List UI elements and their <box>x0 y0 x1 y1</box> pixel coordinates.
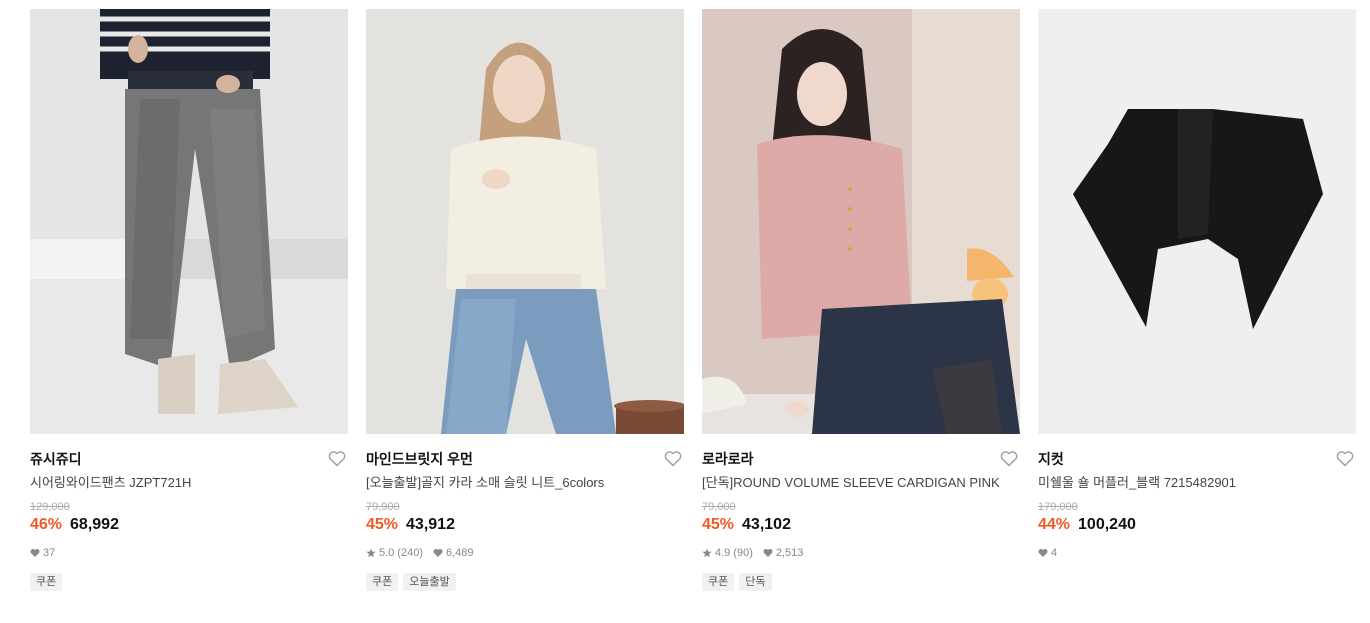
heart-outline-icon[interactable] <box>664 450 682 467</box>
product-info: 로라로라 [단독]ROUND VOLUME SLEEVE CARDIGAN PI… <box>702 434 1020 591</box>
tag-list: 쿠폰 단독 <box>702 573 1020 591</box>
product-info: 쥬시쥬디 시어링와이드팬츠 JZPT721H 129,000 46% 68,99… <box>30 434 348 591</box>
product-image[interactable] <box>30 9 348 434</box>
sale-price: 68,992 <box>70 516 119 533</box>
tag-list: 쿠폰 오늘출발 <box>366 573 684 591</box>
tag-badge: 쿠폰 <box>366 573 399 591</box>
product-stats: 4 <box>1038 546 1356 560</box>
product-info: 지컷 미쉘울 숄 머플러_블랙 7215482901 179,000 44% 1… <box>1038 434 1356 560</box>
heart-filled-icon <box>30 549 40 557</box>
like-count: 6,489 <box>433 547 474 559</box>
sale-price: 100,240 <box>1078 516 1136 533</box>
rating: 4.9 (90) <box>702 547 753 559</box>
price-row: 44% 100,240 <box>1038 516 1356 534</box>
product-card[interactable]: 지컷 미쉘울 숄 머플러_블랙 7215482901 179,000 44% 1… <box>1038 9 1356 591</box>
original-price: 179,000 <box>1038 501 1078 513</box>
heart-filled-icon <box>1038 549 1048 557</box>
like-count: 37 <box>30 547 55 559</box>
like-count-value: 2,513 <box>775 547 804 559</box>
heart-filled-icon <box>433 549 443 557</box>
sale-price: 43,912 <box>406 516 455 533</box>
heart-outline-icon[interactable] <box>328 450 346 467</box>
rating-value: 5.0 <box>379 547 395 559</box>
heart-outline-icon[interactable] <box>1000 450 1018 467</box>
product-image[interactable] <box>1038 9 1356 434</box>
product-card[interactable]: 마인드브릿지 우먼 [오늘출발]골지 카라 소매 슬릿 니트_6colors 7… <box>366 9 684 591</box>
star-icon <box>702 548 712 558</box>
review-count: (90) <box>733 547 753 559</box>
original-price: 79,000 <box>702 501 736 513</box>
product-name[interactable]: 미쉘울 숄 머플러_블랙 7215482901 <box>1038 475 1338 491</box>
like-count: 4 <box>1038 547 1057 559</box>
product-info: 마인드브릿지 우먼 [오늘출발]골지 카라 소매 슬릿 니트_6colors 7… <box>366 434 684 591</box>
discount-rate: 46% <box>30 516 63 533</box>
product-card[interactable]: 로라로라 [단독]ROUND VOLUME SLEEVE CARDIGAN PI… <box>702 9 1020 591</box>
heart-filled-icon <box>763 549 773 557</box>
product-name[interactable]: [오늘출발]골지 카라 소매 슬릿 니트_6colors <box>366 475 666 491</box>
tag-badge: 쿠폰 <box>30 573 63 591</box>
price-row: 46% 68,992 <box>30 516 348 534</box>
product-image[interactable] <box>366 9 684 434</box>
brand-name[interactable]: 쥬시쥬디 <box>30 450 348 468</box>
original-price: 79,900 <box>366 501 400 513</box>
like-count-value: 4 <box>1051 547 1058 559</box>
like-count-value: 6,489 <box>445 547 474 559</box>
rating-value: 4.9 <box>715 547 731 559</box>
tag-badge: 쿠폰 <box>702 573 735 591</box>
price-row: 45% 43,102 <box>702 516 1020 534</box>
rating: 5.0 (240) <box>366 547 423 559</box>
tag-list: 쿠폰 <box>30 573 348 591</box>
product-grid: 쥬시쥬디 시어링와이드팬츠 JZPT721H 129,000 46% 68,99… <box>30 9 1356 591</box>
discount-rate: 45% <box>366 516 399 533</box>
product-name[interactable]: 시어링와이드팬츠 JZPT721H <box>30 475 330 491</box>
discount-rate: 44% <box>1038 516 1071 533</box>
price-row: 45% 43,912 <box>366 516 684 534</box>
star-icon <box>366 548 376 558</box>
heart-outline-icon[interactable] <box>1336 450 1354 467</box>
product-stats: 37 <box>30 546 348 560</box>
brand-name[interactable]: 로라로라 <box>702 450 1020 468</box>
discount-rate: 45% <box>702 516 735 533</box>
brand-name[interactable]: 지컷 <box>1038 450 1356 468</box>
original-price: 129,000 <box>30 501 70 513</box>
sale-price: 43,102 <box>742 516 791 533</box>
like-count: 2,513 <box>763 547 804 559</box>
product-image[interactable] <box>702 9 1020 434</box>
tag-badge: 단독 <box>739 573 772 591</box>
product-card[interactable]: 쥬시쥬디 시어링와이드팬츠 JZPT721H 129,000 46% 68,99… <box>30 9 348 591</box>
review-count: (240) <box>397 547 423 559</box>
like-count-value: 37 <box>43 547 56 559</box>
brand-name[interactable]: 마인드브릿지 우먼 <box>366 450 684 468</box>
product-name[interactable]: [단독]ROUND VOLUME SLEEVE CARDIGAN PINK <box>702 475 1002 491</box>
tag-badge: 오늘출발 <box>403 573 456 591</box>
product-stats: 4.9 (90) 2,513 <box>702 546 1020 560</box>
product-stats: 5.0 (240) 6,489 <box>366 546 684 560</box>
